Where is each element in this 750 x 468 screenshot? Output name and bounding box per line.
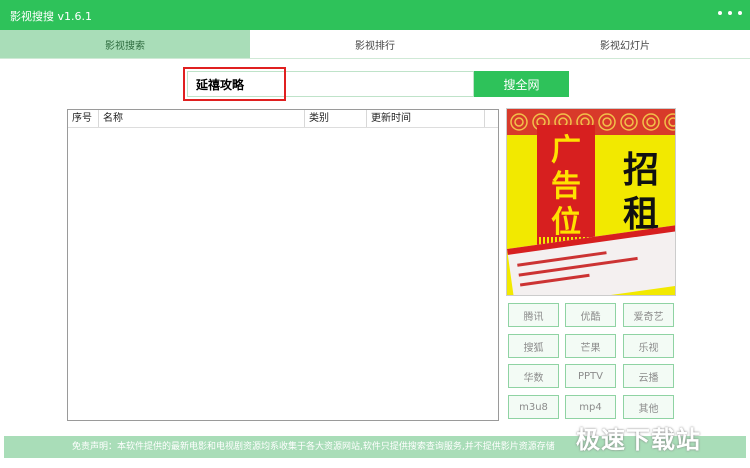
source-button-youku[interactable]: 优酷 [565, 303, 616, 327]
menu-dot [738, 11, 742, 15]
column-header-name[interactable]: 名称 [99, 110, 305, 127]
source-button-mango[interactable]: 芒果 [565, 334, 616, 358]
results-table[interactable]: 序号 名称 类别 更新时间 [67, 109, 499, 421]
more-dots-icon[interactable] [718, 11, 742, 17]
column-header-index[interactable]: 序号 [68, 110, 99, 127]
source-grid: 腾讯 优酷 爱奇艺 搜狐 芒果 乐视 华数 PPTV 云播 m3u8 mp4 其… [506, 303, 676, 419]
column-header-update-time[interactable]: 更新时间 [367, 110, 485, 127]
ad-char: 位 [551, 205, 581, 240]
ad-char: 告 [551, 169, 581, 204]
ad-paper-line [518, 256, 638, 277]
source-button-iqiyi[interactable]: 爱奇艺 [623, 303, 674, 327]
source-button-m3u8[interactable]: m3u8 [508, 395, 559, 419]
search-all-button[interactable]: 搜全网 [474, 71, 569, 97]
search-row: 搜全网 [183, 67, 569, 101]
search-input[interactable] [187, 71, 474, 97]
menu-dot [718, 11, 722, 15]
ad-red-block: 广 告 位 [537, 125, 595, 249]
title-bar: 影视搜搜 v1.6.1 [0, 0, 750, 30]
tab-movie-search[interactable]: 影视搜索 [0, 30, 250, 58]
source-button-cloud-play[interactable]: 云播 [623, 364, 674, 388]
tab-bar: 影视搜索 影视排行 影视幻灯片 [0, 30, 750, 59]
column-header-extra [485, 110, 498, 127]
source-button-tencent[interactable]: 腾讯 [508, 303, 559, 327]
source-button-sohu[interactable]: 搜狐 [508, 334, 559, 358]
ad-right-text: 招 租 [611, 149, 671, 237]
tab-movie-ranking[interactable]: 影视排行 [250, 30, 500, 58]
ad-banner[interactable]: 广 告 位 招 租 [506, 108, 676, 296]
ad-char: 招 [622, 150, 659, 191]
source-button-wasu[interactable]: 华数 [508, 364, 559, 388]
app-title: 影视搜搜 v1.6.1 [10, 10, 92, 23]
results-header: 序号 名称 类别 更新时间 [68, 110, 498, 128]
tab-movie-slides[interactable]: 影视幻灯片 [500, 30, 750, 58]
ad-char: 广 [551, 133, 581, 168]
ad-paper-line [519, 273, 590, 287]
source-button-mp4[interactable]: mp4 [565, 395, 616, 419]
column-header-category[interactable]: 类别 [305, 110, 367, 127]
source-button-letv[interactable]: 乐视 [623, 334, 674, 358]
watermark-text: 极速下载站 [576, 426, 701, 454]
menu-dot [728, 11, 732, 15]
source-button-other[interactable]: 其他 [623, 395, 674, 419]
source-button-pptv[interactable]: PPTV [565, 364, 616, 388]
